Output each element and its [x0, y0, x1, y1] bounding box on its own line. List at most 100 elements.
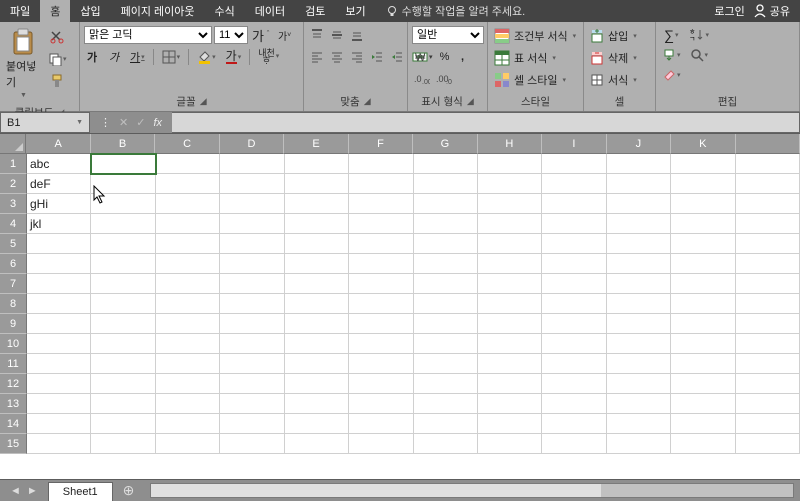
cell-H2[interactable]	[478, 174, 542, 194]
cell-A12[interactable]	[27, 374, 91, 394]
cell-2[interactable]	[736, 174, 800, 194]
cell-I7[interactable]	[542, 274, 606, 294]
row-head-9[interactable]: 9	[0, 314, 27, 334]
format-painter-button[interactable]	[46, 72, 69, 90]
cell-12[interactable]	[736, 374, 800, 394]
insert-cells-button[interactable]: 삽입▾	[588, 26, 651, 46]
cell-H15[interactable]	[478, 434, 542, 454]
cell-J2[interactable]	[607, 174, 671, 194]
add-sheet-button[interactable]: ⊕	[113, 480, 145, 501]
phonetic-button[interactable]: 내천ᄒᆞ▾	[256, 48, 281, 66]
cell-H3[interactable]	[478, 194, 542, 214]
cell-E6[interactable]	[285, 254, 349, 274]
align-bottom-button[interactable]	[348, 26, 366, 44]
format-cells-button[interactable]: 서식▾	[588, 70, 651, 90]
cell-E5[interactable]	[285, 234, 349, 254]
cancel-formula-button[interactable]: ✕	[119, 116, 128, 129]
cell-H12[interactable]	[478, 374, 542, 394]
menu-tab-홈[interactable]: 홈	[40, 0, 70, 22]
font-size-select[interactable]: 11	[214, 26, 248, 44]
cell-C1[interactable]	[156, 154, 220, 174]
cell-C3[interactable]	[156, 194, 220, 214]
cell-D5[interactable]	[220, 234, 284, 254]
sheet-tab[interactable]: Sheet1	[48, 482, 113, 501]
col-head-D[interactable]: D	[220, 134, 284, 154]
cell-B10[interactable]	[91, 334, 155, 354]
row-head-6[interactable]: 6	[0, 254, 27, 274]
cell-14[interactable]	[736, 414, 800, 434]
cell-J14[interactable]	[607, 414, 671, 434]
cell-I8[interactable]	[542, 294, 606, 314]
cell-G9[interactable]	[414, 314, 478, 334]
font-launcher[interactable]: ◢	[200, 96, 207, 107]
cell-D11[interactable]	[220, 354, 284, 374]
cell-B4[interactable]	[91, 214, 155, 234]
row-head-11[interactable]: 11	[0, 354, 27, 374]
cell-I5[interactable]	[542, 234, 606, 254]
row-head-2[interactable]: 2	[0, 174, 27, 194]
font-color-button[interactable]: 가▾	[224, 48, 244, 66]
cell-K4[interactable]	[671, 214, 735, 234]
cell-H7[interactable]	[478, 274, 542, 294]
cell-B7[interactable]	[91, 274, 155, 294]
cell-I15[interactable]	[542, 434, 606, 454]
cell-3[interactable]	[736, 194, 800, 214]
cell-K5[interactable]	[671, 234, 735, 254]
cell-G7[interactable]	[414, 274, 478, 294]
cell-13[interactable]	[736, 394, 800, 414]
align-left-button[interactable]	[308, 48, 326, 66]
cell-D13[interactable]	[220, 394, 284, 414]
align-launcher[interactable]: ◢	[364, 96, 371, 107]
cell-F7[interactable]	[349, 274, 413, 294]
cell-K13[interactable]	[671, 394, 735, 414]
cells-area[interactable]: abcdeFgHijkl	[27, 154, 800, 479]
tell-me[interactable]: 수행할 작업을 알려 주세요.	[376, 0, 536, 22]
cell-D1[interactable]	[220, 154, 284, 174]
cell-F2[interactable]	[349, 174, 413, 194]
cell-H14[interactable]	[478, 414, 542, 434]
col-head-C[interactable]: C	[155, 134, 219, 154]
cut-button[interactable]	[46, 28, 69, 46]
row-head-10[interactable]: 10	[0, 334, 27, 354]
grow-font-button[interactable]: 가＾	[250, 26, 274, 44]
cell-K10[interactable]	[671, 334, 735, 354]
cell-E1[interactable]	[285, 154, 349, 174]
cell-10[interactable]	[736, 334, 800, 354]
cell-B9[interactable]	[91, 314, 155, 334]
align-top-button[interactable]	[308, 26, 326, 44]
cell-K8[interactable]	[671, 294, 735, 314]
col-head-J[interactable]: J	[607, 134, 671, 154]
cell-D7[interactable]	[220, 274, 284, 294]
cell-H11[interactable]	[478, 354, 542, 374]
formula-input[interactable]	[172, 112, 800, 133]
login-button[interactable]: 로그인	[714, 3, 744, 19]
cell-G13[interactable]	[414, 394, 478, 414]
cell-H6[interactable]	[478, 254, 542, 274]
cell-G14[interactable]	[414, 414, 478, 434]
cell-1[interactable]	[736, 154, 800, 174]
cell-11[interactable]	[736, 354, 800, 374]
table-format-button[interactable]: 표 서식▾	[492, 48, 579, 68]
cell-K15[interactable]	[671, 434, 735, 454]
menu-tab-수식[interactable]: 수식	[205, 0, 245, 22]
cell-E12[interactable]	[285, 374, 349, 394]
cell-K7[interactable]	[671, 274, 735, 294]
vert-dots-icon[interactable]: ⋮	[100, 116, 111, 129]
menu-tab-보기[interactable]: 보기	[335, 0, 375, 22]
indent-increase-button[interactable]	[388, 48, 406, 66]
clear-button[interactable]: ▾	[660, 66, 683, 84]
cell-C12[interactable]	[156, 374, 220, 394]
cell-I11[interactable]	[542, 354, 606, 374]
cell-C4[interactable]	[156, 214, 220, 234]
fx-button[interactable]: fx	[153, 117, 162, 129]
cell-B5[interactable]	[91, 234, 155, 254]
cell-G3[interactable]	[414, 194, 478, 214]
cell-E2[interactable]	[285, 174, 349, 194]
cell-D15[interactable]	[220, 434, 284, 454]
share-button[interactable]: 공유	[753, 3, 790, 19]
cell-H4[interactable]	[478, 214, 542, 234]
cell-B2[interactable]	[91, 174, 155, 194]
cell-A1[interactable]: abc	[27, 154, 91, 174]
cell-J10[interactable]	[607, 334, 671, 354]
cell-A3[interactable]: gHi	[27, 194, 91, 214]
